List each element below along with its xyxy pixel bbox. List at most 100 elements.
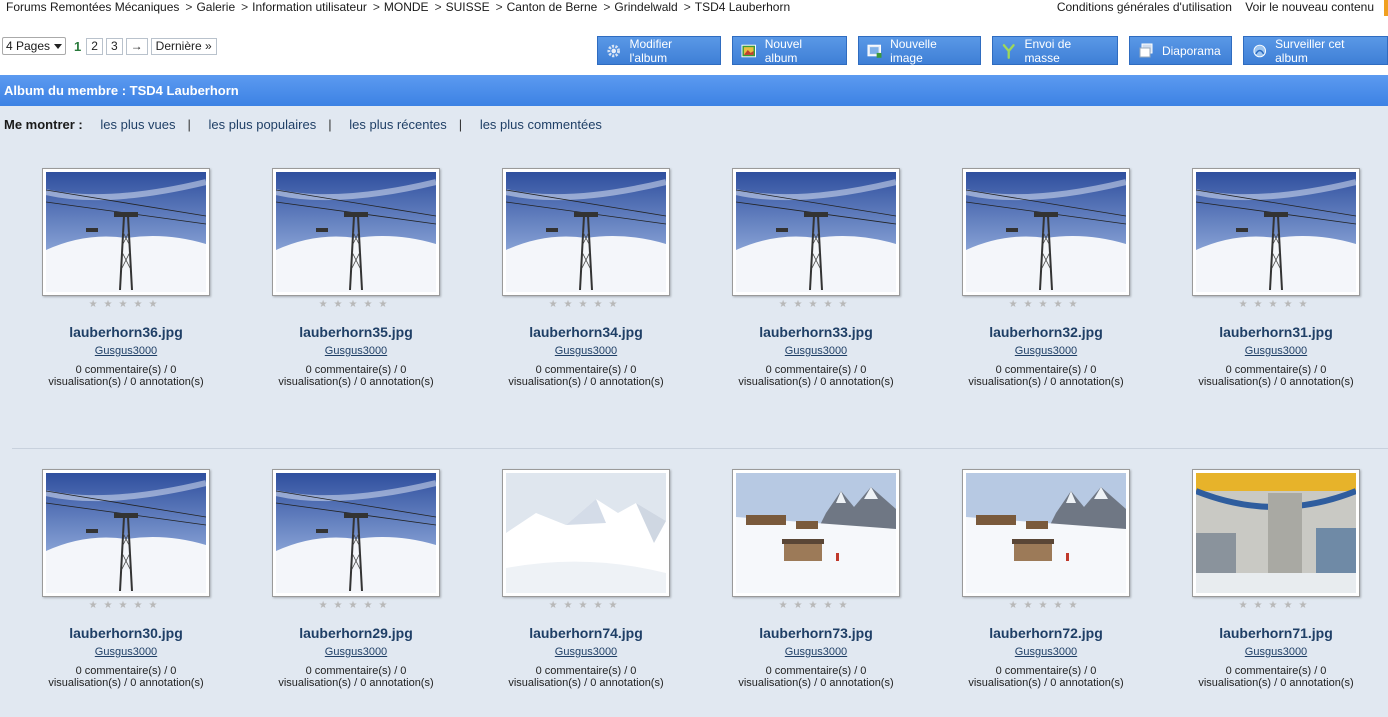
thumbnail-image[interactable] <box>962 469 1130 597</box>
thumbnail-item: ★★★★★ lauberhorn74.jpg Gusgus3000 0 comm… <box>471 469 701 689</box>
new-image-button[interactable]: Nouvelle image <box>857 36 981 65</box>
thumbnail-image[interactable] <box>732 469 900 597</box>
thumbnail-user-link[interactable]: Gusgus3000 <box>325 646 387 658</box>
filter-most-recent[interactable]: les plus récentes <box>349 117 447 132</box>
last-page-link[interactable]: Dernière » <box>150 37 217 55</box>
thumbnail-filename: lauberhorn31.jpg <box>1219 324 1333 340</box>
thumbnail-item: ★★★★★ lauberhorn71.jpg Gusgus3000 0 comm… <box>1161 469 1388 689</box>
thumbnail-user-link[interactable]: Gusgus3000 <box>95 646 157 658</box>
breadcrumb-gallery[interactable]: Galerie <box>196 0 235 14</box>
thumbnail-image[interactable] <box>272 469 440 597</box>
thumbnail-stats-line2: visualisation(s) / 0 annotation(s) <box>278 677 434 689</box>
filter-label: Me montrer : <box>4 117 83 132</box>
filter-most-commented[interactable]: les plus commentées <box>480 117 602 132</box>
thumbnail-image[interactable] <box>502 168 670 296</box>
thumbnail-stats-line2: visualisation(s) / 0 annotation(s) <box>738 376 894 388</box>
filter-bar: Me montrer : les plus vues | les plus pop… <box>0 106 1388 142</box>
thumbnail-stats-line2: visualisation(s) / 0 annotation(s) <box>738 677 894 689</box>
thumbnail-image[interactable] <box>502 469 670 597</box>
rating-stars[interactable]: ★★★★★ <box>241 299 471 310</box>
breadcrumb-forums[interactable]: Forums Remontées Mécaniques <box>6 0 179 14</box>
thumbnail-stats-line1: 0 commentaire(s) / 0 <box>75 665 177 677</box>
thumbnail-item: ★★★★★ lauberhorn34.jpg Gusgus3000 0 comm… <box>471 168 701 388</box>
new-album-icon <box>741 44 757 57</box>
edit-album-button[interactable]: Modifier l'album <box>597 36 722 65</box>
rating-stars[interactable]: ★★★★★ <box>1161 299 1388 310</box>
thumbnail-user-link[interactable]: Gusgus3000 <box>1245 345 1307 357</box>
filter-most-popular[interactable]: les plus populaires <box>209 117 317 132</box>
new-album-button[interactable]: Nouvel album <box>732 36 847 65</box>
rating-stars[interactable]: ★★★★★ <box>701 600 931 611</box>
bulk-upload-button[interactable]: Envoi de masse <box>991 36 1118 65</box>
breadcrumb-world[interactable]: MONDE <box>384 0 429 14</box>
thumbnail-user-link[interactable]: Gusgus3000 <box>785 345 847 357</box>
breadcrumb-canton-berne[interactable]: Canton de Berne <box>507 0 598 14</box>
rating-stars[interactable]: ★★★★★ <box>1161 600 1388 611</box>
thumbnail-stats-line2: visualisation(s) / 0 annotation(s) <box>508 677 664 689</box>
breadcrumb-grindelwald[interactable]: Grindelwald <box>614 0 677 14</box>
rss-icon[interactable] <box>1384 0 1388 16</box>
rating-stars[interactable]: ★★★★★ <box>471 299 701 310</box>
thumbnail-user-link[interactable]: Gusgus3000 <box>1245 646 1307 658</box>
slideshow-label: Diaporama <box>1161 43 1221 58</box>
breadcrumb-switzerland[interactable]: SUISSE <box>446 0 490 14</box>
thumbnail-image[interactable] <box>962 168 1130 296</box>
rating-stars[interactable]: ★★★★★ <box>241 600 471 611</box>
thumbnail-user-link[interactable]: Gusgus3000 <box>1015 345 1077 357</box>
gear-icon <box>607 44 621 57</box>
page-2-link[interactable]: 2 <box>86 37 103 55</box>
rating-stars[interactable]: ★★★★★ <box>11 299 241 310</box>
thumbnail-image[interactable] <box>42 469 210 597</box>
fork-icon <box>1002 43 1015 59</box>
rating-stars[interactable]: ★★★★★ <box>931 299 1161 310</box>
thumbnail-image[interactable] <box>732 168 900 296</box>
album-title-bar: Album du membre : TSD4 Lauberhorn <box>0 75 1388 106</box>
thumbnail-stats: 0 commentaire(s) / 0 visualisation(s) / … <box>471 364 701 388</box>
thumbnail-filename: lauberhorn32.jpg <box>989 324 1103 340</box>
thumbnail-user-link[interactable]: Gusgus3000 <box>95 345 157 357</box>
slideshow-icon <box>1139 43 1153 57</box>
filter-most-viewed[interactable]: les plus vues <box>100 117 175 132</box>
rating-stars[interactable]: ★★★★★ <box>931 600 1161 611</box>
thumbnail-stats-line1: 0 commentaire(s) / 0 <box>1225 665 1327 677</box>
top-bar: Forums Remontées Mécaniques > Galerie > Info… <box>0 0 1388 16</box>
thumbnail-image[interactable] <box>42 168 210 296</box>
thumbnail-image[interactable] <box>1192 469 1360 597</box>
thumbnail-user-link[interactable]: Gusgus3000 <box>555 646 617 658</box>
thumbnail-stats-line1: 0 commentaire(s) / 0 <box>995 364 1097 376</box>
chevron-down-icon <box>54 43 63 49</box>
thumbnail-stats: 0 commentaire(s) / 0 visualisation(s) / … <box>931 364 1161 388</box>
rating-stars[interactable]: ★★★★★ <box>11 600 241 611</box>
thumbnail-item: ★★★★★ lauberhorn33.jpg Gusgus3000 0 comm… <box>701 168 931 388</box>
new-content-link[interactable]: Voir le nouveau contenu <box>1245 0 1374 14</box>
thumbnail-user-link[interactable]: Gusgus3000 <box>555 345 617 357</box>
terms-link[interactable]: Conditions générales d'utilisation <box>1057 0 1232 14</box>
thumbnail-stats-line2: visualisation(s) / 0 annotation(s) <box>1198 376 1354 388</box>
thumbnail-image[interactable] <box>272 168 440 296</box>
thumbnail-user-link[interactable]: Gusgus3000 <box>1015 646 1077 658</box>
thumbnail-stats: 0 commentaire(s) / 0 visualisation(s) / … <box>11 364 241 388</box>
thumbnail-user-link[interactable]: Gusgus3000 <box>785 646 847 658</box>
thumbnail-image[interactable] <box>1192 168 1360 296</box>
slideshow-button[interactable]: Diaporama <box>1128 36 1232 65</box>
thumbnail-item: ★★★★★ lauberhorn30.jpg Gusgus3000 0 comm… <box>11 469 241 689</box>
new-image-icon <box>867 44 882 58</box>
thumbnail-stats: 0 commentaire(s) / 0 visualisation(s) / … <box>701 364 931 388</box>
rating-stars[interactable]: ★★★★★ <box>471 600 701 611</box>
rating-stars[interactable]: ★★★★★ <box>701 299 931 310</box>
thumbnail-stats: 0 commentaire(s) / 0 visualisation(s) / … <box>1161 665 1388 689</box>
thumbnail-filename: lauberhorn72.jpg <box>989 625 1103 641</box>
thumbnail-item: ★★★★★ lauberhorn35.jpg Gusgus3000 0 comm… <box>241 168 471 388</box>
next-page-link[interactable]: → <box>125 37 148 55</box>
thumbnail-user-link[interactable]: Gusgus3000 <box>325 345 387 357</box>
pages-dropdown[interactable]: 4 Pages <box>2 37 67 55</box>
thumbnail-stats-line1: 0 commentaire(s) / 0 <box>305 665 407 677</box>
thumbnail-item: ★★★★★ lauberhorn29.jpg Gusgus3000 0 comm… <box>241 469 471 689</box>
breadcrumb-current-album[interactable]: TSD4 Lauberhorn <box>695 0 790 14</box>
thumbnail-item: ★★★★★ lauberhorn32.jpg Gusgus3000 0 comm… <box>931 168 1161 388</box>
breadcrumb-user-info[interactable]: Information utilisateur <box>252 0 367 14</box>
thumbnail-stats-line1: 0 commentaire(s) / 0 <box>765 665 867 677</box>
watch-album-button[interactable]: Surveiller cet album <box>1242 36 1388 65</box>
thumbnail-stats: 0 commentaire(s) / 0 visualisation(s) / … <box>931 665 1161 689</box>
page-3-link[interactable]: 3 <box>105 37 123 55</box>
